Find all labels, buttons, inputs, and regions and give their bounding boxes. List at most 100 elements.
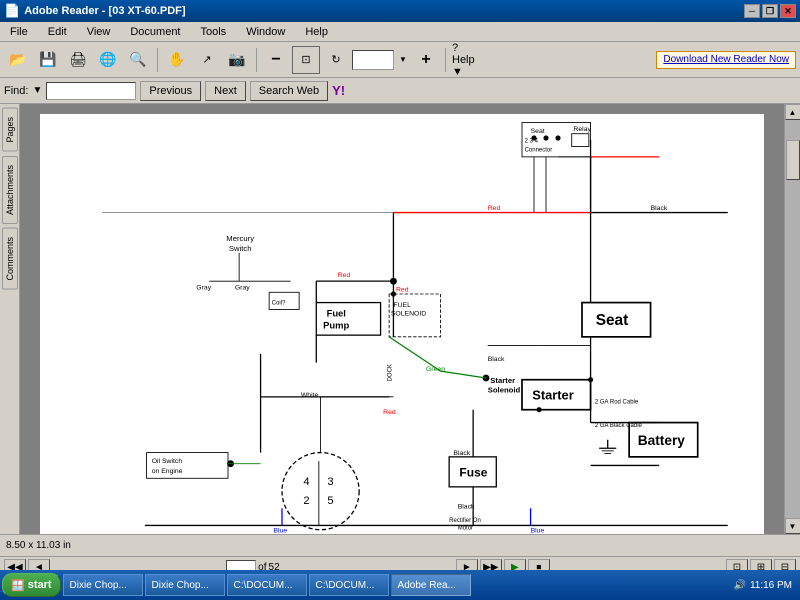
pdf-page: Seat 2 3 4 Connector Relay Mercury Switc…: [40, 114, 764, 534]
zoom-out-button[interactable]: −: [262, 46, 290, 74]
svg-text:Fuse: Fuse: [459, 466, 487, 480]
svg-text:Starter: Starter: [532, 387, 573, 402]
taskbar-item-1[interactable]: Dixie Chop...: [63, 574, 143, 596]
menu-bar: File Edit View Document Tools Window Hel…: [0, 22, 800, 42]
app-icon: 📄: [4, 3, 20, 19]
svg-text:Seat: Seat: [531, 128, 545, 135]
svg-text:Gray: Gray: [235, 285, 250, 292]
find-prev-button[interactable]: Previous: [140, 81, 201, 101]
title-bar-left: 📄 Adobe Reader - [03 XT-60.PDF]: [4, 3, 186, 19]
system-tray: 🔊 11:16 PM: [727, 580, 798, 591]
main-area: Pages Attachments Comments Seat 2 3 4 Co…: [0, 104, 800, 534]
separator-3: [445, 48, 446, 72]
svg-text:Motor: Motor: [458, 526, 473, 532]
title-text: Adobe Reader - [03 XT-60.PDF]: [24, 5, 185, 17]
toolbar: 📂 💾 🖨 🌐 🔍 ✋ ↗ 📷 − ⊡ ↻ 125% ▼ + ? Help ▼ …: [0, 42, 800, 78]
svg-text:Battery: Battery: [638, 433, 686, 448]
svg-text:DOCK: DOCK: [388, 364, 394, 381]
download-reader-button[interactable]: Download New Reader Now: [656, 51, 796, 69]
start-label: start: [28, 579, 52, 591]
svg-text:3: 3: [327, 476, 333, 488]
svg-text:2 GA Black Cable: 2 GA Black Cable: [595, 423, 643, 429]
hand-tool-button[interactable]: ✋: [163, 46, 191, 74]
svg-text:Pump: Pump: [323, 319, 349, 330]
scroll-thumb[interactable]: [786, 140, 800, 180]
sidebar-tab-pages[interactable]: Pages: [2, 108, 18, 152]
zoom-control: 125% ▼: [352, 46, 410, 74]
search-web-button[interactable]: Search Web: [250, 81, 328, 101]
svg-text:FUEL: FUEL: [393, 302, 411, 309]
svg-text:Red: Red: [488, 205, 501, 212]
menu-file[interactable]: File: [4, 24, 34, 40]
help-button[interactable]: ? Help ▼: [451, 46, 479, 74]
separator-1: [157, 48, 158, 72]
find-input[interactable]: [46, 82, 136, 100]
taskbar-item-3[interactable]: C:\DOCUM...: [227, 574, 307, 596]
open-button[interactable]: 📂: [4, 46, 32, 74]
zoom-in-button[interactable]: +: [412, 46, 440, 74]
svg-text:Switch: Switch: [229, 244, 252, 253]
find-dropdown-button[interactable]: ▼: [32, 85, 42, 96]
svg-text:2: 2: [303, 495, 309, 507]
svg-text:5: 5: [327, 495, 333, 507]
menu-document[interactable]: Document: [124, 24, 186, 40]
sidebar-tab-comments[interactable]: Comments: [2, 228, 18, 290]
sidebar-tab-attachments[interactable]: Attachments: [2, 156, 18, 224]
snapshot-button[interactable]: 📷: [223, 46, 251, 74]
svg-text:Oil Switch: Oil Switch: [152, 458, 183, 465]
taskbar-item-5[interactable]: Adobe Rea...: [391, 574, 471, 596]
svg-text:Black: Black: [488, 356, 505, 363]
save-button[interactable]: 💾: [34, 46, 62, 74]
svg-text:2 3 4: 2 3 4: [525, 138, 539, 144]
find-button[interactable]: 🔍: [124, 46, 152, 74]
menu-edit[interactable]: Edit: [42, 24, 73, 40]
rotate-button[interactable]: ↻: [322, 46, 350, 74]
wiring-diagram: Seat 2 3 4 Connector Relay Mercury Switc…: [40, 114, 764, 534]
separator-2: [256, 48, 257, 72]
svg-text:Gray: Gray: [196, 285, 211, 292]
menu-view[interactable]: View: [81, 24, 117, 40]
svg-text:on Engine: on Engine: [152, 468, 183, 475]
zoom-dropdown-button[interactable]: ▼: [396, 46, 410, 74]
select-tool-button[interactable]: ↗: [193, 46, 221, 74]
pdf-area: Seat 2 3 4 Connector Relay Mercury Switc…: [20, 104, 784, 534]
start-icon: 🪟: [11, 579, 25, 592]
svg-text:Black: Black: [458, 503, 475, 510]
svg-text:Black: Black: [651, 205, 668, 212]
print-button[interactable]: 🖨: [64, 46, 92, 74]
close-button[interactable]: ✕: [780, 4, 796, 18]
menu-help[interactable]: Help: [299, 24, 334, 40]
svg-text:SOLENOID: SOLENOID: [391, 310, 426, 317]
svg-text:Red: Red: [338, 272, 351, 279]
find-label: Find:: [4, 85, 28, 97]
page-dimensions: 8.50 x 11.03 in: [6, 540, 71, 551]
right-scrollbar: ▲ ▼: [784, 104, 800, 534]
scroll-up-button[interactable]: ▲: [785, 104, 800, 120]
tray-time: 11:16 PM: [750, 580, 792, 591]
svg-text:Blue: Blue: [531, 527, 545, 534]
svg-text:Blue: Blue: [273, 527, 287, 534]
status-bar: 8.50 x 11.03 in: [0, 534, 800, 556]
taskbar-item-2[interactable]: Dixie Chop...: [145, 574, 225, 596]
tray-icon-speaker: 🔊: [733, 580, 745, 591]
minimize-button[interactable]: ─: [744, 4, 760, 18]
svg-text:2 GA Rod Cable: 2 GA Rod Cable: [595, 400, 639, 406]
svg-text:Relay: Relay: [573, 126, 591, 133]
restore-button[interactable]: ❐: [762, 4, 778, 18]
menu-tools[interactable]: Tools: [195, 24, 233, 40]
svg-text:Seat: Seat: [596, 312, 629, 329]
scroll-down-button[interactable]: ▼: [785, 518, 800, 534]
fit-button[interactable]: ⊡: [292, 46, 320, 74]
start-button[interactable]: 🪟 start: [2, 573, 61, 597]
title-bar-controls: ─ ❐ ✕: [744, 4, 796, 18]
taskbar: 🪟 start Dixie Chop... Dixie Chop... C:\D…: [0, 570, 800, 600]
taskbar-item-4[interactable]: C:\DOCUM...: [309, 574, 389, 596]
menu-window[interactable]: Window: [240, 24, 291, 40]
zoom-input[interactable]: 125%: [352, 50, 394, 70]
svg-text:Coil?: Coil?: [272, 300, 286, 306]
svg-text:Black: Black: [453, 450, 470, 457]
yahoo-icon[interactable]: Y!: [332, 83, 345, 98]
title-bar: 📄 Adobe Reader - [03 XT-60.PDF] ─ ❐ ✕: [0, 0, 800, 22]
email-button[interactable]: 🌐: [94, 46, 122, 74]
find-next-button[interactable]: Next: [205, 81, 246, 101]
